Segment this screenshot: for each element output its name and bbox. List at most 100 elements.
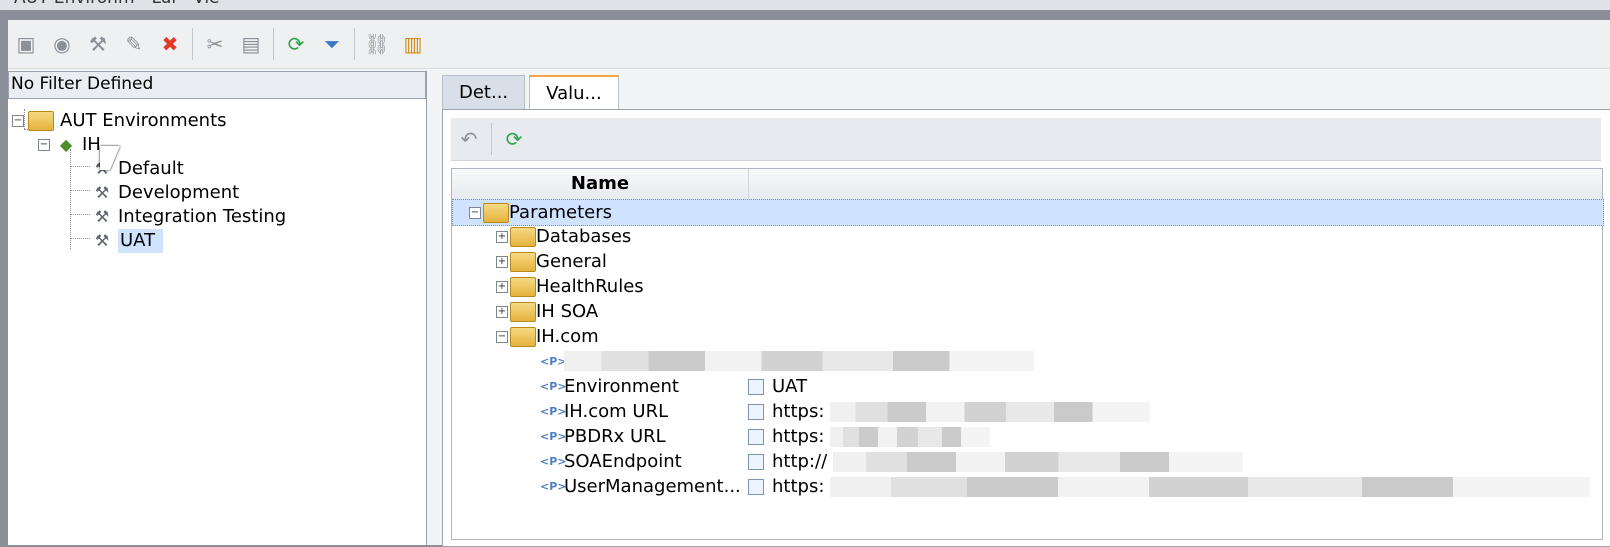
redacted-value [830,401,1151,422]
parameter-name: Parameters [509,202,613,223]
undo-icon[interactable]: ↶ [451,121,487,157]
values-content: ↶ ⟳ Name − Parameters + Databases + Gene… [442,109,1610,547]
filter-icon[interactable]: ⏷ [314,26,350,62]
table-row[interactable]: − Parameters [452,199,1604,226]
value-icon [748,403,764,420]
tab-details[interactable]: Det... [442,75,526,110]
table-row[interactable]: + IH SOA [452,299,1602,324]
table-row[interactable]: <P> PBDRx URL https: [452,424,1602,449]
mouse-pointer-icon [100,146,120,170]
parameter-icon: <P> [540,455,567,468]
tree-node-development[interactable]: ⚒ Development [90,181,239,205]
expand-icon[interactable]: + [496,231,508,243]
expand-icon[interactable]: + [496,281,508,293]
folder-add-icon[interactable]: ▣ [8,26,44,62]
delete-icon[interactable]: ✖ [152,26,188,62]
parameter-value: https: [748,424,991,449]
toolbar-separator [491,123,492,155]
expand-icon[interactable]: + [496,306,508,318]
settings-icon[interactable]: ⚒ [80,26,116,62]
collapse-icon[interactable]: − [496,331,508,343]
table-row[interactable]: <P> IH.com URL https: [452,399,1602,424]
tree-line [70,149,71,249]
parameter-icon: <P> [540,430,567,443]
collapse-icon[interactable]: − [38,139,50,151]
folder-icon [510,252,536,272]
edit-icon[interactable]: ✎ [116,26,152,62]
folder-icon [510,302,536,322]
tree-child-label: Integration Testing [118,206,287,227]
parameter-name: IH.com [536,326,599,347]
parameter-name: Databases [536,226,632,247]
parameter-value: https: [748,474,1591,499]
table-row[interactable]: <P> [452,349,1602,374]
parameter-name: General [536,251,607,272]
folder-icon [510,227,536,247]
refresh-icon[interactable]: ⟳ [496,121,532,157]
collapse-icon[interactable]: − [12,115,24,127]
refresh-icon[interactable]: ⟳ [278,26,314,62]
tree-node-integration-testing[interactable]: ⚒ Integration Testing [90,205,286,229]
redacted-value [833,451,1244,472]
table-row[interactable]: + HealthRules [452,274,1602,299]
folder-icon [28,111,54,131]
folder-icon [510,327,536,347]
wrench-icon: ⚒ [94,207,110,226]
value-icon [748,428,764,445]
document-icon[interactable]: ▥ [395,26,431,62]
tree-line [70,166,90,167]
parameter-name: IH SOA [536,301,599,322]
parameter-value: http:// [748,449,1244,474]
parameter-name: PBDRx URL [564,426,666,447]
grid-header: Name [452,169,1602,200]
values-toolbar: ↶ ⟳ [451,118,1601,161]
tree-node-ih[interactable]: − ◆ IH [38,133,101,157]
parameter-value-text: https: [772,476,825,497]
tab-values[interactable]: Valu... [529,75,619,111]
parameter-icon: <P> [540,355,567,368]
parameter-value-text: https: [772,401,825,422]
parameter-name: HealthRules [536,276,644,297]
cut-icon[interactable]: ✂ [197,26,233,62]
value-icon [748,478,764,495]
collapse-icon[interactable]: − [469,207,481,219]
parameter-name: SOAEndpoint [564,451,682,472]
parameter-value-text: https: [772,426,825,447]
redacted-value [830,476,1591,497]
users-icon[interactable]: ◉ [44,26,80,62]
table-row[interactable]: − IH.com [452,324,1602,349]
tree-app-label: IH [82,134,101,155]
parameter-icon: <P> [540,405,567,418]
parameter-name: IH.com URL [564,401,669,422]
parameter-value-text: http:// [772,451,828,472]
tree-line [70,238,90,239]
toolbar-separator [192,28,193,60]
tree-line [70,190,90,191]
redacted-value [564,351,1034,371]
table-row[interactable]: <P> Environment UAT [452,374,1602,399]
parameters-grid: Name − Parameters + Databases + General [451,168,1604,540]
folder-icon [510,277,536,297]
redacted-value [830,426,991,447]
application-icon: ◆ [59,135,73,154]
table-row[interactable]: + Databases [452,224,1602,249]
tree-child-label: Development [118,182,240,203]
window-title-bar: AUT Environm - Lui - Vie [0,0,1610,10]
paste-icon[interactable]: ▤ [233,26,269,62]
link-icon[interactable]: ⛓ [359,26,395,62]
table-row[interactable]: <P> UserManagement... https: [452,474,1602,499]
expand-icon[interactable]: + [496,256,508,268]
environment-tree: − AUT Environments − ◆ IH ⚒ Default ⚒ De… [8,101,424,541]
wrench-icon: ⚒ [94,183,110,202]
tree-node-uat[interactable]: ⚒ UAT [90,229,164,253]
toolbar-separator [354,28,355,60]
tree-node-root[interactable]: − AUT Environments [12,109,227,133]
table-row[interactable]: <P> SOAEndpoint http:// [452,449,1602,474]
details-tabs: Det... Valu... [442,75,619,111]
tree-child-label: UAT [118,229,164,253]
column-name-header[interactable]: Name [452,169,749,199]
parameter-icon: <P> [540,380,567,393]
toolbar-separator [273,28,274,60]
table-row[interactable]: + General [452,249,1602,274]
environments-tree-pane: No Filter Defined − AUT Environments − ◆… [8,71,427,545]
